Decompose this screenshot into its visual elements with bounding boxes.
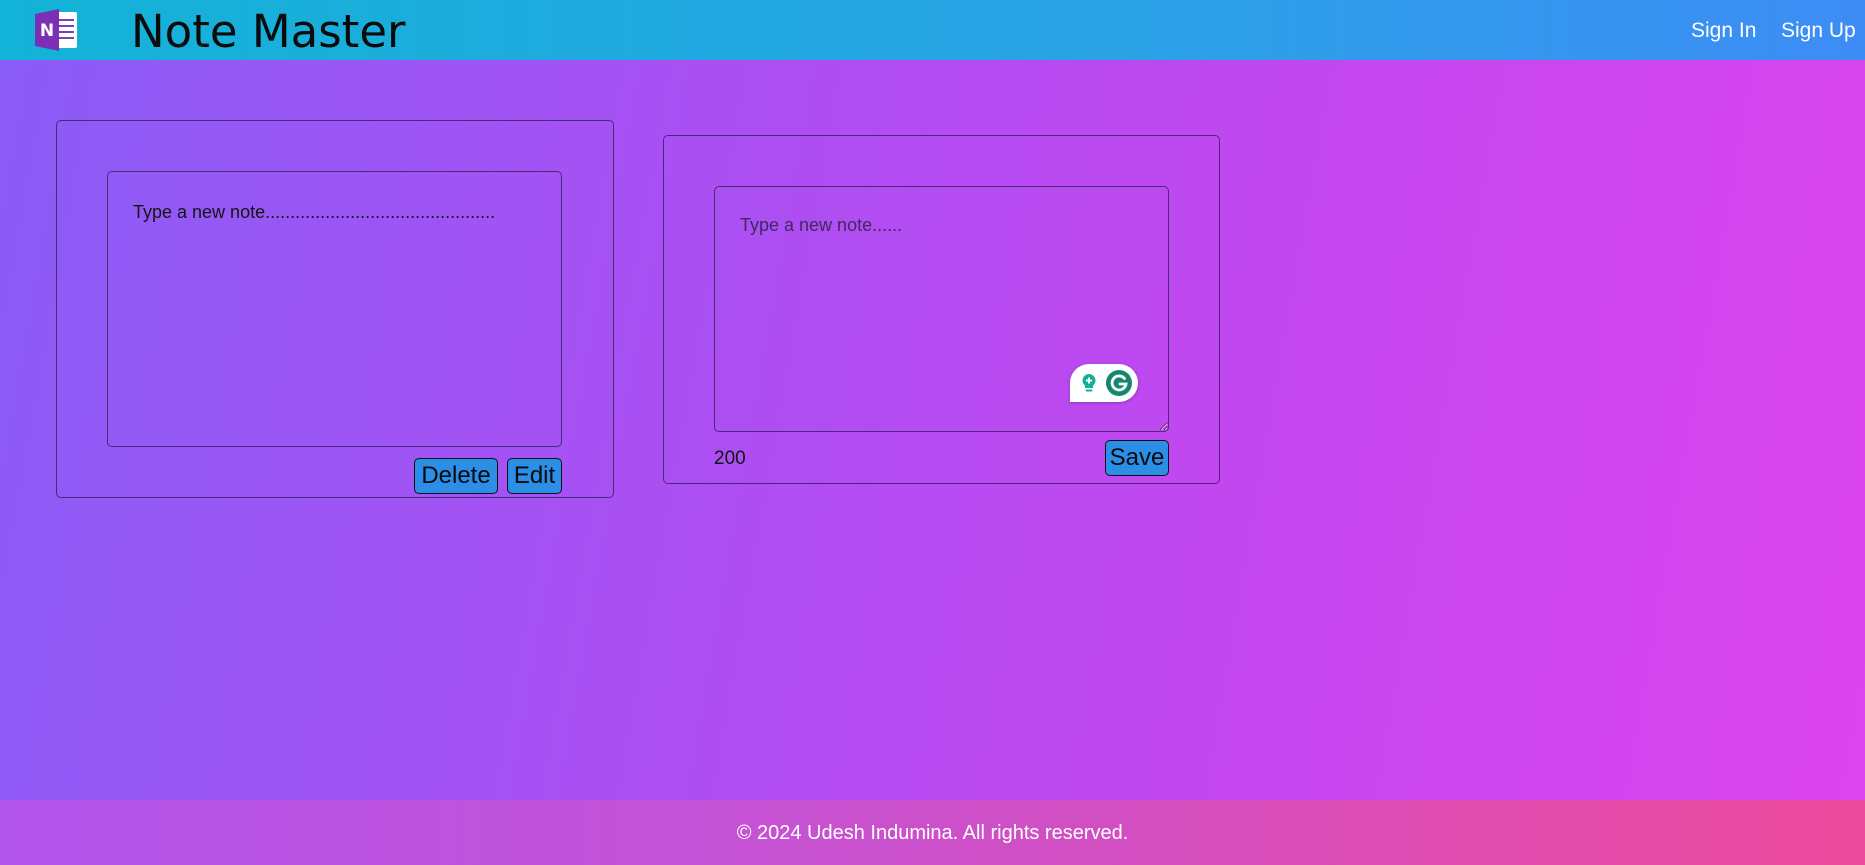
char-counter: 200: [714, 448, 746, 469]
page-footer: © 2024 Udesh Indumina. All rights reserv…: [0, 800, 1865, 865]
svg-text:N: N: [40, 21, 54, 41]
grammarly-g-icon: [1105, 370, 1132, 396]
app-header: N Note Master Sign In Sign Up: [0, 0, 1865, 60]
save-button[interactable]: Save: [1105, 440, 1169, 476]
grammarly-icon[interactable]: [1070, 364, 1138, 402]
note-text: Type a new note.........................…: [107, 171, 562, 447]
onenote-logo-icon[interactable]: N: [33, 8, 81, 52]
edit-button[interactable]: Edit: [507, 458, 562, 494]
sign-up-link[interactable]: Sign Up: [1781, 17, 1856, 45]
app-title: Note Master: [131, 5, 406, 58]
copyright-text: © 2024 Udesh Indumina. All rights reserv…: [736, 822, 1129, 844]
delete-button[interactable]: Delete: [414, 458, 498, 494]
lightbulb-icon: [1076, 371, 1101, 395]
sign-in-link[interactable]: Sign In: [1691, 17, 1756, 45]
